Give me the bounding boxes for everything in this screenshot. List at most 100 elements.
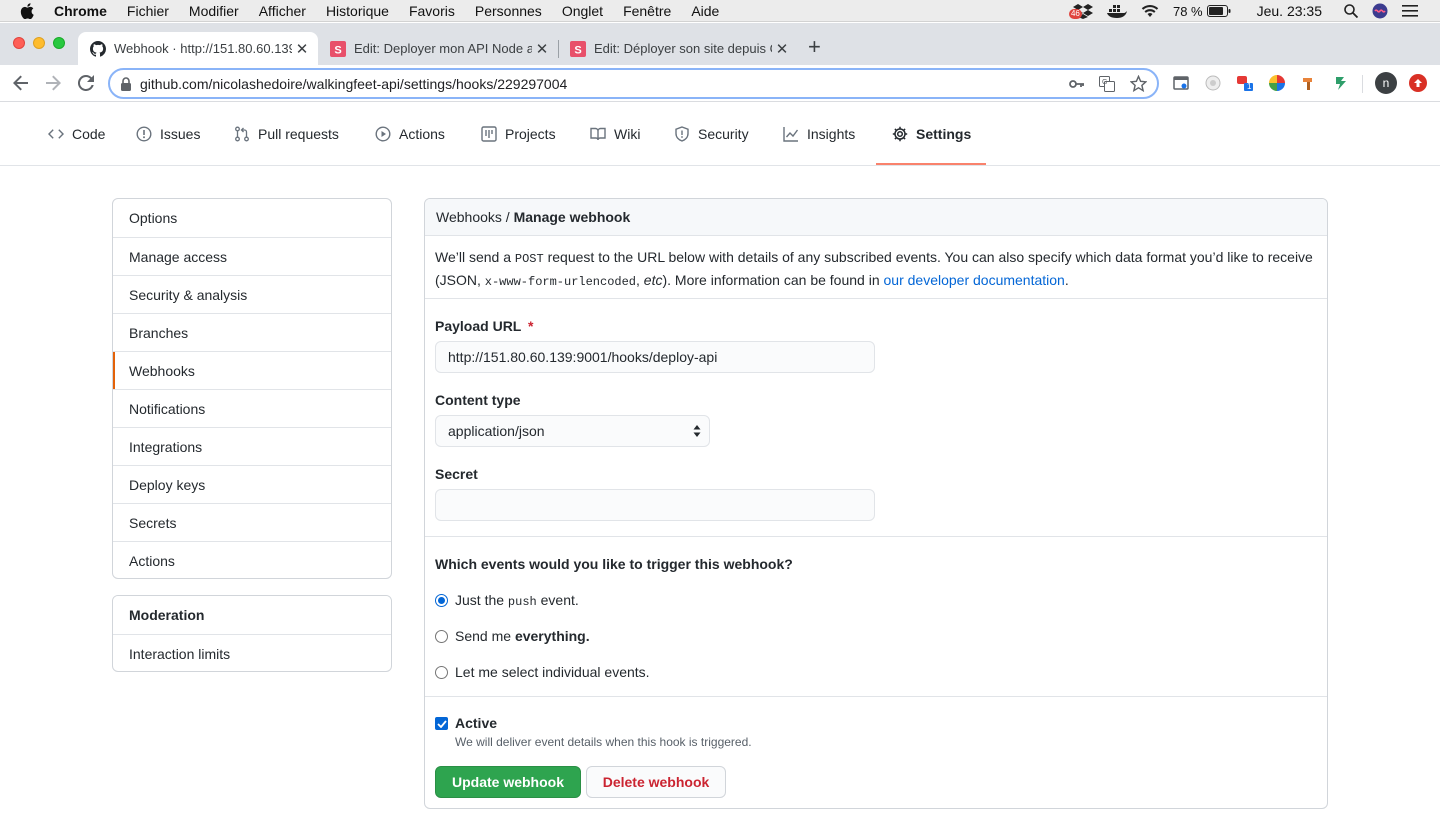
menu-historique[interactable]: Historique	[326, 3, 389, 19]
color-picker-icon[interactable]	[1268, 74, 1286, 92]
sidebar-item-deploy-keys[interactable]: Deploy keys	[113, 465, 391, 503]
extension-count-badge: 1	[1247, 82, 1252, 91]
breadcrumb-current: Manage webhook	[513, 209, 631, 225]
code-icon	[48, 129, 64, 139]
new-tab-button[interactable]: +	[808, 35, 821, 59]
menu-modifier[interactable]: Modifier	[189, 3, 239, 19]
shield-icon	[675, 126, 689, 142]
tab-security[interactable]: Security	[674, 102, 749, 166]
close-tab-icon[interactable]: ✕	[292, 40, 312, 58]
payload-url-input[interactable]: http://151.80.60.139:9001/hooks/deploy-a…	[435, 341, 875, 373]
menu-app-name[interactable]: Chrome	[54, 3, 107, 19]
extension-badge-icon[interactable]: 1	[1236, 74, 1254, 92]
sidebar-item-label: Branches	[129, 324, 189, 341]
wifi-icon[interactable]	[1141, 4, 1159, 18]
radio-button[interactable]	[435, 629, 448, 643]
sidebar-item-notifications[interactable]: Notifications	[113, 389, 391, 427]
breadcrumb-webhooks-link[interactable]: Webhooks	[436, 209, 502, 225]
secret-input[interactable]	[435, 489, 875, 521]
minimize-window-button[interactable]	[33, 37, 45, 49]
address-bar[interactable]: github.com/nicolashedoire/walkingfeet-ap…	[108, 68, 1159, 99]
battery-icon[interactable]	[1206, 5, 1231, 17]
sidebar-item-secrets[interactable]: Secrets	[113, 503, 391, 541]
tab-pull-requests[interactable]: Pull requests	[234, 102, 339, 166]
dropbox-icon[interactable]: 46	[1068, 3, 1093, 19]
sidebar-item-manage-access[interactable]: Manage access	[113, 237, 391, 275]
menu-fenetre[interactable]: Fenêtre	[623, 3, 671, 19]
bookmark-star-icon[interactable]	[1130, 75, 1147, 92]
tab-settings[interactable]: Settings	[892, 102, 971, 166]
active-checkbox[interactable]	[435, 717, 448, 730]
sidebar-item-label: Options	[129, 210, 178, 226]
extension-window-icon[interactable]	[1172, 74, 1190, 92]
avatar-letter: n	[1382, 76, 1390, 90]
radio-label: Send me everything.	[455, 628, 590, 644]
menu-favoris[interactable]: Favoris	[409, 3, 455, 19]
radio-everything[interactable]: Send me everything.	[435, 628, 590, 644]
radio-button-selected[interactable]	[435, 594, 448, 607]
payload-url-value: http://151.80.60.139:9001/hooks/deploy-a…	[448, 349, 718, 365]
tab-edit-deployer-site[interactable]: S Edit: Déployer son site depuis Github …	[558, 32, 798, 65]
apple-icon[interactable]	[20, 2, 36, 19]
sidebar-item-actions[interactable]: Actions	[113, 541, 391, 578]
intro-post-code: POST	[514, 252, 544, 266]
close-tab-icon[interactable]: ✕	[772, 40, 792, 58]
radio-button[interactable]	[435, 665, 448, 679]
menu-afficher[interactable]: Afficher	[259, 3, 306, 19]
sidebar-item-integrations[interactable]: Integrations	[113, 427, 391, 465]
sidebar-item-security-analysis[interactable]: Security & analysis	[113, 275, 391, 313]
tab-wiki[interactable]: Wiki	[590, 102, 640, 166]
tab-edit-deployer-api[interactable]: S Edit: Deployer mon API Node avec Webho…	[318, 32, 558, 65]
repo-nav: Code Issues Pull requests Actions Projec…	[0, 102, 1440, 166]
menu-fichier[interactable]: Fichier	[127, 3, 169, 19]
tab-actions[interactable]: Actions	[375, 102, 445, 166]
menu-aide[interactable]: Aide	[691, 3, 719, 19]
delete-webhook-button[interactable]: Delete webhook	[586, 766, 726, 798]
macos-menubar: Chrome Fichier Modifier Afficher Histori…	[0, 0, 1440, 22]
back-arrow-icon[interactable]	[12, 74, 30, 92]
radio-individual-events[interactable]: Let me select individual events.	[435, 664, 650, 680]
key-icon[interactable]	[1069, 77, 1085, 91]
spotlight-search-icon[interactable]	[1344, 4, 1358, 18]
menu-onglet[interactable]: Onglet	[562, 3, 603, 19]
hammer-icon[interactable]	[1300, 74, 1318, 92]
form-section: Payload URL * http://151.80.60.139:9001/…	[425, 298, 1327, 536]
close-window-button[interactable]	[13, 37, 25, 49]
tab-code[interactable]: Code	[48, 102, 105, 166]
tab-label: Wiki	[614, 126, 641, 142]
tab-projects[interactable]: Projects	[481, 102, 556, 166]
intro-part: ). More information can be found in	[662, 272, 884, 288]
profile-avatar[interactable]: n	[1375, 72, 1397, 94]
sidebar-item-branches[interactable]: Branches	[113, 313, 391, 351]
developer-docs-link[interactable]: our developer documentation	[884, 272, 1065, 288]
docker-icon[interactable]	[1106, 4, 1127, 18]
extension-green-icon[interactable]	[1332, 74, 1350, 92]
tab-webhook[interactable]: Webhook · http://151.80.60.139:9001/hook…	[78, 32, 318, 65]
tab-insights[interactable]: Insights	[783, 102, 855, 166]
update-icon[interactable]	[1409, 74, 1427, 92]
reload-icon[interactable]	[77, 74, 95, 92]
close-tab-icon[interactable]: ✕	[532, 40, 552, 58]
sidebar-item-options[interactable]: Options	[113, 199, 391, 237]
breadcrumb-separator: /	[501, 209, 514, 225]
radio-label-part: Send me	[455, 628, 515, 644]
radio-just-push[interactable]: Just the push event.	[435, 592, 579, 609]
url-text[interactable]: github.com/nicolashedoire/walkingfeet-ap…	[140, 76, 567, 92]
forward-arrow-icon[interactable]	[44, 74, 62, 92]
active-label[interactable]: Active	[455, 715, 497, 731]
content-type-select[interactable]: application/json	[435, 415, 710, 447]
extension-circle-icon[interactable]	[1204, 74, 1222, 92]
menu-personnes[interactable]: Personnes	[475, 3, 542, 19]
tab-issues[interactable]: Issues	[136, 102, 200, 166]
translate-icon[interactable]: G	[1099, 76, 1115, 92]
manage-webhook-box: Webhooks / Manage webhook We’ll send a P…	[424, 198, 1328, 809]
lock-icon[interactable]	[120, 76, 132, 91]
siri-icon[interactable]	[1372, 3, 1388, 19]
update-webhook-button[interactable]: Update webhook	[435, 766, 581, 798]
sidebar-item-interaction-limits[interactable]: Interaction limits	[113, 634, 391, 671]
clock[interactable]: Jeu. 23:35	[1257, 3, 1322, 19]
notification-center-icon[interactable]	[1402, 5, 1418, 17]
maximize-window-button[interactable]	[53, 37, 65, 49]
sidebar-item-webhooks[interactable]: Webhooks	[113, 351, 391, 389]
intro-text: We’ll send a POST request to the URL bel…	[435, 247, 1315, 293]
